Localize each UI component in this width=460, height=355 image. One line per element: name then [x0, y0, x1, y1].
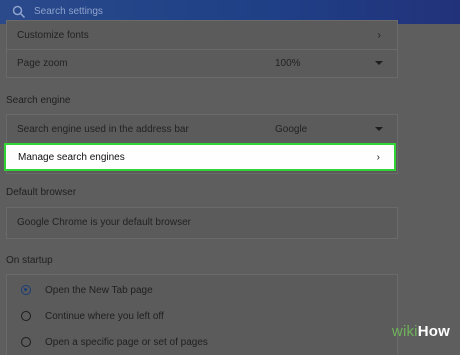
default-browser-card: Google Chrome is your default browser [6, 207, 398, 239]
search-icon [12, 5, 26, 19]
page-zoom-select[interactable]: 100% [275, 58, 301, 69]
search-input[interactable]: Search settings [34, 6, 103, 17]
chevron-right-icon: › [377, 29, 381, 41]
on-startup-section-title: On startup [6, 255, 53, 266]
address-bar-engine-row: Search engine used in the address bar Go… [7, 115, 397, 143]
chevron-down-icon[interactable] [375, 61, 383, 65]
watermark-how: How [417, 323, 450, 340]
search-engine-select[interactable]: Google [275, 124, 307, 135]
customize-fonts-row[interactable]: Customize fonts › [7, 21, 397, 49]
watermark-wiki: wiki [391, 323, 418, 340]
page-zoom-label: Page zoom [17, 57, 68, 69]
chevron-down-icon[interactable] [375, 127, 383, 131]
manage-search-engines-label: Manage search engines [18, 151, 125, 163]
chevron-right-icon: › [376, 151, 380, 163]
customize-fonts-label: Customize fonts [17, 29, 89, 41]
search-engine-section-title: Search engine [6, 95, 71, 106]
address-bar-engine-label: Search engine used in the address bar [17, 123, 189, 135]
on-startup-card: Open the New Tab page Continue where you… [6, 274, 398, 355]
default-browser-section-title: Default browser [6, 187, 77, 198]
option-open-new-tab-label: Open the New Tab page [45, 285, 153, 296]
radio-continue-where-left[interactable] [21, 311, 31, 321]
radio-open-new-tab[interactable] [21, 285, 31, 295]
appearance-card: Customize fonts › Page zoom 100% [6, 20, 398, 78]
manage-search-engines-row[interactable]: Manage search engines › [4, 143, 396, 171]
wikihow-watermark: wikiHow [392, 323, 450, 340]
default-browser-row: Google Chrome is your default browser [7, 208, 397, 236]
option-continue-label: Continue where you left off [45, 311, 164, 322]
radio-open-specific-pages[interactable] [21, 337, 31, 347]
default-browser-status: Google Chrome is your default browser [17, 216, 191, 228]
page-zoom-row: Page zoom 100% [7, 49, 397, 77]
option-specific-pages-label: Open a specific page or set of pages [45, 337, 208, 348]
